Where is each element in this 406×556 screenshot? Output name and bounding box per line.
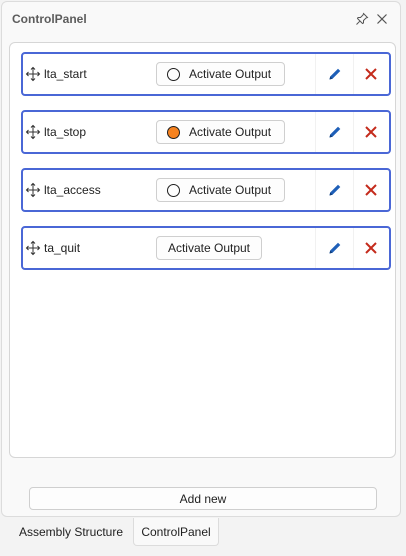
bottom-tab-bar: Assembly Structure ControlPanel [0, 518, 406, 556]
delete-button[interactable] [355, 176, 387, 204]
activate-output-label: Activate Output [189, 125, 272, 139]
output-name: lta_start [44, 67, 87, 81]
move-icon[interactable] [25, 182, 41, 198]
move-icon[interactable] [25, 240, 41, 256]
x-icon [365, 242, 377, 254]
delete-button[interactable] [355, 60, 387, 88]
pencil-icon [329, 242, 341, 254]
pencil-icon [329, 68, 341, 80]
divider [353, 112, 354, 152]
move-icon[interactable] [25, 66, 41, 82]
delete-button[interactable] [355, 234, 387, 262]
divider [315, 228, 316, 268]
activate-output-label: Activate Output [167, 241, 251, 255]
pin-icon[interactable] [354, 11, 370, 27]
output-list: lta_start Activate Output lta_stop Activ… [9, 42, 396, 458]
activate-output-button[interactable]: Activate Output [156, 120, 285, 144]
edit-button[interactable] [319, 118, 351, 146]
x-icon [365, 184, 377, 196]
control-panel-window: ControlPanel lta_start Activate Output l… [1, 1, 401, 517]
divider [315, 170, 316, 210]
output-indicator [167, 183, 180, 197]
divider [353, 54, 354, 94]
add-new-button[interactable]: Add new [29, 487, 377, 510]
divider [315, 54, 316, 94]
tab-assembly-structure[interactable]: Assembly Structure [10, 518, 132, 546]
output-row-ta-quit: ta_quit Activate Output [21, 226, 391, 270]
output-name: ta_quit [44, 241, 81, 255]
edit-button[interactable] [319, 60, 351, 88]
tab-controlpanel[interactable]: ControlPanel [133, 518, 219, 546]
output-row-lta-stop: lta_stop Activate Output [21, 110, 391, 154]
output-name: lta_stop [44, 125, 87, 139]
divider [353, 170, 354, 210]
pencil-icon [329, 126, 341, 138]
divider [315, 112, 316, 152]
edit-button[interactable] [319, 176, 351, 204]
activate-output-label: Activate Output [189, 67, 272, 81]
activate-output-button[interactable]: Activate Output [156, 62, 285, 86]
close-icon[interactable] [374, 11, 390, 27]
activate-output-button[interactable]: Activate Output [156, 178, 285, 202]
activate-output-label: Activate Output [189, 183, 272, 197]
edit-button[interactable] [319, 234, 351, 262]
output-row-lta-start: lta_start Activate Output [21, 52, 391, 96]
move-icon[interactable] [25, 124, 41, 140]
activate-output-button[interactable]: Activate Output [156, 236, 262, 260]
x-icon [365, 126, 377, 138]
divider [353, 228, 354, 268]
pencil-icon [329, 184, 341, 196]
output-indicator-active [167, 125, 180, 139]
output-indicator [167, 67, 180, 81]
x-icon [365, 68, 377, 80]
output-row-lta-access: lta_access Activate Output [21, 168, 391, 212]
output-name: lta_access [44, 183, 101, 197]
panel-title: ControlPanel [12, 12, 87, 26]
delete-button[interactable] [355, 118, 387, 146]
